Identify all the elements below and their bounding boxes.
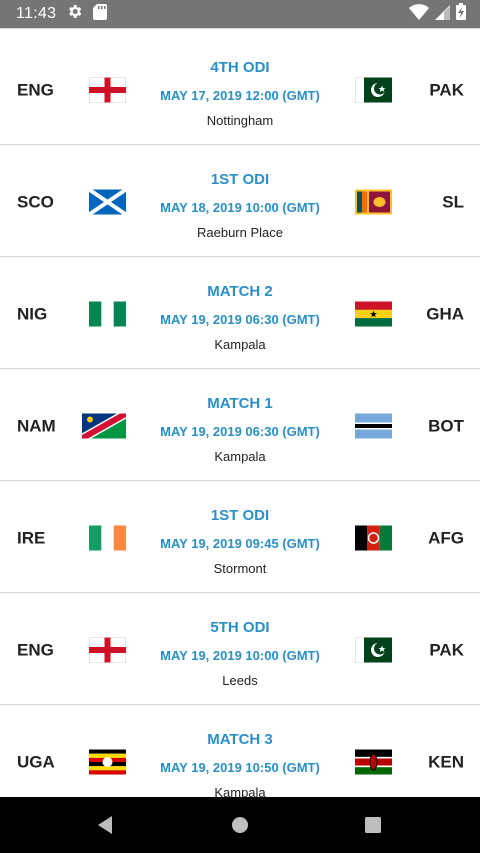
- battery-icon: [456, 3, 466, 25]
- match-datetime: MAY 19, 2019 10:50 (GMT): [160, 760, 320, 775]
- match-row[interactable]: IRE 1ST ODI MAY 19, 2019 09:45 (GMT) Sto…: [0, 481, 480, 593]
- away-team-code: AFG: [428, 528, 464, 548]
- home-team-code: NIG: [17, 304, 48, 324]
- match-datetime: MAY 19, 2019 06:30 (GMT): [160, 424, 320, 439]
- match-list[interactable]: ENG 4TH ODI MAY 17, 2019 12:00 (GMT) Not…: [0, 28, 480, 797]
- match-title: MATCH 2: [207, 283, 273, 300]
- match-row[interactable]: ENG 4TH ODI MAY 17, 2019 12:00 (GMT) Not…: [0, 33, 480, 145]
- afghanistan-flag-icon: [355, 525, 392, 551]
- match-datetime: MAY 19, 2019 10:00 (GMT): [160, 648, 320, 663]
- away-team-code: PAK: [429, 640, 464, 660]
- ghana-flag-icon: [355, 301, 392, 327]
- status-bar: 11:43: [0, 0, 480, 28]
- pakistan-flag-icon: [355, 77, 392, 103]
- uganda-flag-icon: [89, 749, 126, 775]
- back-icon[interactable]: [96, 815, 116, 835]
- match-row[interactable]: SCO 1ST ODI MAY 18, 2019 10:00 (GMT) Rae…: [0, 145, 480, 257]
- navigation-bar: [0, 797, 480, 853]
- home-icon[interactable]: [230, 815, 250, 835]
- match-title: MATCH 1: [207, 395, 273, 412]
- home-team-code: IRE: [17, 528, 46, 548]
- match-venue: Nottingham: [206, 113, 274, 128]
- match-title: 5TH ODI: [210, 619, 270, 636]
- england-flag-icon: [89, 77, 126, 103]
- match-venue: Stormont: [213, 561, 267, 576]
- status-time: 11:43: [16, 5, 57, 22]
- away-team-code: KEN: [428, 752, 464, 772]
- match-row[interactable]: UGA MATCH 3 MAY 19, 2019 10:50 (GMT) Kam…: [0, 705, 480, 797]
- match-title: 4TH ODI: [210, 59, 270, 76]
- away-team-code: PAK: [429, 80, 464, 100]
- nigeria-flag-icon: [89, 301, 126, 327]
- pakistan-flag-icon: [355, 637, 392, 663]
- match-datetime: MAY 17, 2019 12:00 (GMT): [160, 88, 320, 103]
- match-datetime: MAY 19, 2019 06:30 (GMT): [160, 312, 320, 327]
- match-row[interactable]: NAM MATCH 1 MAY 19, 2019 06:30 (GMT) Kam…: [0, 369, 480, 481]
- home-team-code: SCO: [17, 192, 54, 212]
- scotland-flag-icon: [89, 189, 126, 215]
- namibia-flag-icon: [82, 413, 126, 439]
- away-team-code: GHA: [426, 304, 464, 324]
- signal-icon: [435, 4, 450, 25]
- sd-card-icon: [93, 3, 108, 25]
- match-datetime: MAY 18, 2019 10:00 (GMT): [160, 200, 320, 215]
- home-team-code: NAM: [17, 416, 56, 436]
- home-team-code: ENG: [17, 80, 54, 100]
- match-title: 1ST ODI: [210, 171, 270, 188]
- sri-lanka-flag-icon: [355, 189, 392, 215]
- match-venue: Kampala: [214, 785, 266, 797]
- gear-icon: [66, 3, 83, 25]
- match-title: 1ST ODI: [210, 507, 270, 524]
- match-title: MATCH 3: [207, 731, 273, 748]
- recents-icon[interactable]: [363, 815, 383, 835]
- match-row[interactable]: ENG 5TH ODI MAY 19, 2019 10:00 (GMT) Lee…: [0, 593, 480, 705]
- ireland-flag-icon: [89, 525, 126, 551]
- match-row[interactable]: NIG MATCH 2 MAY 19, 2019 06:30 (GMT) Kam…: [0, 257, 480, 369]
- england-flag-icon: [89, 637, 126, 663]
- home-team-code: ENG: [17, 640, 54, 660]
- match-venue: Leeds: [222, 673, 258, 688]
- match-venue: Raeburn Place: [197, 225, 283, 240]
- match-datetime: MAY 19, 2019 09:45 (GMT): [160, 536, 320, 551]
- match-venue: Kampala: [214, 449, 266, 464]
- match-venue: Kampala: [214, 337, 266, 352]
- botswana-flag-icon: [355, 413, 392, 439]
- away-team-code: BOT: [428, 416, 464, 436]
- kenya-flag-icon: [355, 749, 392, 775]
- wifi-icon: [409, 3, 429, 25]
- home-team-code: UGA: [17, 752, 55, 772]
- away-team-code: SL: [442, 192, 464, 212]
